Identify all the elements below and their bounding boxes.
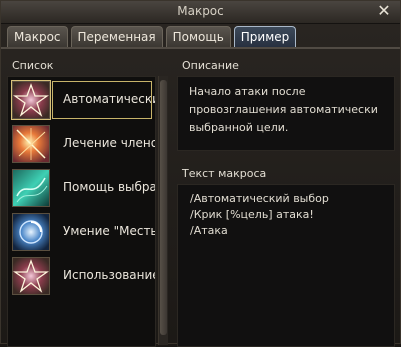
tab-example[interactable]: Пример: [233, 26, 297, 47]
title-bar[interactable]: Макрос ✕: [1, 1, 400, 24]
teal-wave-icon: [12, 169, 50, 207]
list-scrollbar[interactable]: [158, 76, 168, 345]
star-burst-icon: [12, 257, 50, 295]
list-heading: Список: [12, 59, 54, 72]
description-panel: Начало атаки после провозглашения автома…: [177, 76, 395, 151]
list-item-label: Помощь выбранной цели: [63, 180, 155, 194]
macro-text-heading: Текст макроса: [182, 167, 267, 180]
list-item-label: Умение "Месть": [63, 224, 156, 238]
list-item[interactable]: Использование: [12, 255, 155, 297]
description-text: Начало атаки после провозглашения автома…: [189, 85, 378, 134]
flare-icon: [12, 125, 50, 163]
macro-text-content: /Автоматический выбор /Крик [%цель] атак…: [190, 192, 329, 237]
list-item-label: Автоматический выбор: [63, 92, 155, 106]
vortex-icon: [12, 213, 50, 251]
list-item[interactable]: Умение "Месть": [12, 211, 155, 253]
macro-text-panel[interactable]: /Автоматический выбор /Крик [%цель] атак…: [177, 184, 395, 347]
list-item[interactable]: Помощь выбранной цели: [12, 167, 155, 209]
description-heading: Описание: [182, 59, 239, 72]
list-item[interactable]: Автоматический выбор: [12, 79, 155, 121]
window-title: Макрос: [177, 4, 224, 18]
example-list: Автоматический выбор Лечение членов груп…: [7, 76, 156, 347]
tab-divider: [1, 47, 400, 49]
tab-help[interactable]: Помощь: [165, 26, 231, 47]
tab-variable[interactable]: Переменная: [70, 26, 163, 47]
tab-bar: Макрос Переменная Помощь Пример: [7, 26, 297, 48]
scrollbar-thumb[interactable]: [160, 80, 167, 335]
macro-window: Макрос ✕ Макрос Переменная Помощь Пример…: [0, 0, 401, 347]
list-item-label: Лечение членов группы: [63, 136, 155, 150]
tab-macro[interactable]: Макрос: [7, 26, 68, 47]
list-item-label: Использование: [63, 268, 156, 282]
close-icon[interactable]: ✕: [376, 3, 392, 19]
star-burst-icon: [12, 81, 50, 119]
list-item[interactable]: Лечение членов группы: [12, 123, 155, 165]
